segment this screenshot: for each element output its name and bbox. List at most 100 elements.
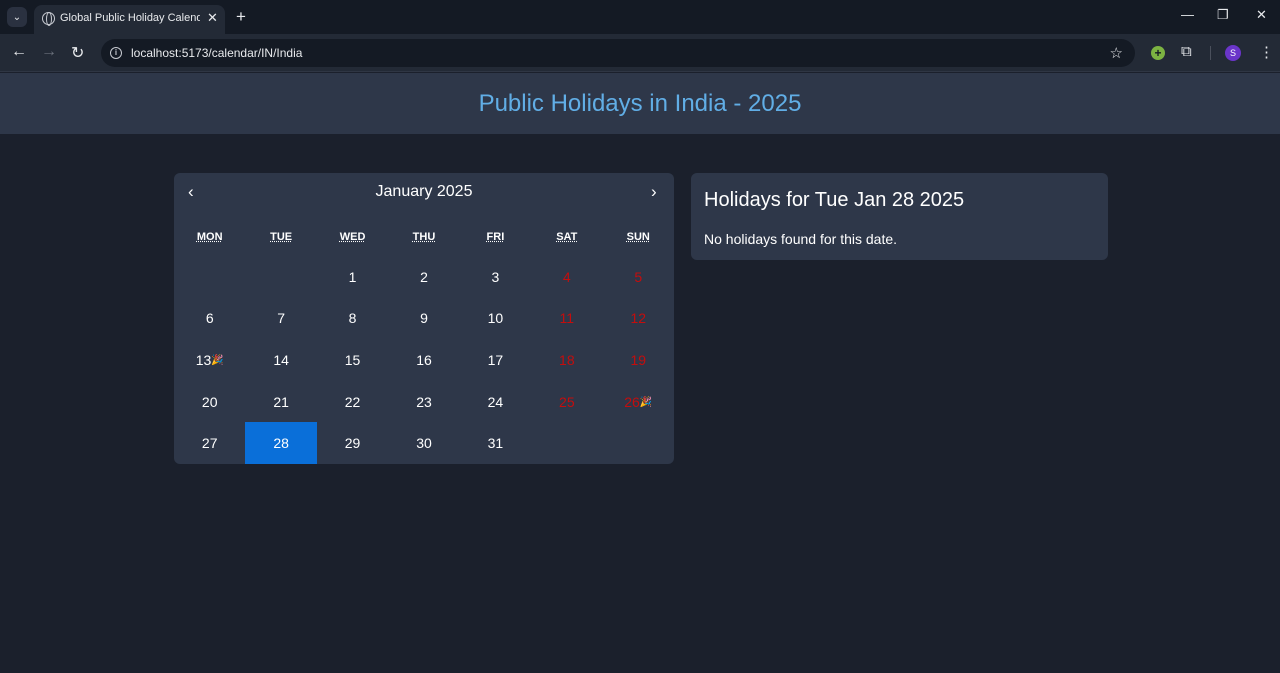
day-cell-31[interactable]: 31: [460, 422, 531, 464]
day-cell-15[interactable]: 15: [317, 339, 388, 381]
day-number: 14: [273, 351, 289, 368]
profile-avatar[interactable]: S: [1225, 45, 1241, 61]
day-cell-17[interactable]: 17: [460, 339, 531, 381]
day-cell-9[interactable]: 9: [388, 298, 459, 340]
month-label: January 2025: [375, 183, 473, 200]
day-number: 28: [273, 435, 289, 452]
day-number: 20: [201, 393, 218, 410]
day-number: 26: [624, 393, 640, 410]
day-cell-23[interactable]: 23: [388, 381, 459, 423]
day-cell-22[interactable]: 22: [317, 381, 388, 423]
url-text: localhost:5173/calendar/IN/India: [131, 46, 303, 60]
day-cell-24[interactable]: 24: [460, 381, 531, 423]
day-number: 19: [630, 351, 647, 368]
holiday-panel-message: No holidays found for this date.: [704, 231, 898, 247]
new-tab-icon[interactable]: +: [236, 7, 246, 27]
tab-title: Global Public Holiday Calendar: [60, 12, 200, 24]
bookmark-star-icon[interactable]: ☆: [1110, 44, 1123, 62]
browser-toolbar: ← → ↻ i localhost:5173/calendar/IN/India…: [0, 34, 1280, 72]
day-number: 30: [416, 435, 432, 452]
restore-icon[interactable]: ❐: [1217, 7, 1229, 23]
day-cell-2[interactable]: 2: [388, 256, 459, 298]
globe-icon: [42, 12, 55, 26]
day-number: 10: [487, 310, 504, 327]
weekday-label: FRI: [486, 231, 505, 243]
day-number: 18: [559, 351, 575, 368]
day-number: 8: [348, 310, 357, 327]
day-number: 7: [277, 310, 286, 327]
day-cell-11[interactable]: 11: [531, 298, 602, 340]
toolbar-divider: [1210, 46, 1211, 60]
day-cell-8[interactable]: 8: [317, 298, 388, 340]
day-number: 24: [487, 393, 504, 410]
day-cell-29[interactable]: 29: [317, 422, 388, 464]
close-tab-icon[interactable]: ✕: [207, 10, 218, 26]
day-cell-10[interactable]: 10: [460, 298, 531, 340]
day-cell-16[interactable]: 16: [388, 339, 459, 381]
day-cell-7[interactable]: 7: [245, 298, 316, 340]
day-cell-5[interactable]: 5: [603, 256, 674, 298]
weekday-label: THU: [412, 231, 436, 243]
weekday-label: SAT: [556, 231, 578, 243]
day-cell-26[interactable]: 26 🎉: [603, 381, 674, 423]
weekday-label: SUN: [626, 231, 650, 243]
day-cell-4[interactable]: 4: [531, 256, 602, 298]
day-cell-19[interactable]: 19: [603, 339, 674, 381]
day-cell-13[interactable]: 13 🎉: [174, 339, 245, 381]
day-cell-12[interactable]: 12: [603, 298, 674, 340]
minimize-icon[interactable]: —: [1181, 7, 1194, 22]
day-cell-28[interactable]: 28: [245, 422, 317, 464]
day-cell-14[interactable]: 14: [245, 339, 316, 381]
weekday-label: TUE: [270, 231, 293, 243]
weekday-header: MON TUE WED THU FRI SAT SUN: [174, 231, 674, 243]
day-number: 1: [348, 268, 357, 285]
day-cell-20[interactable]: 20: [174, 381, 245, 423]
day-grid: 1 2 3 4 5 6 7 8 9 10 11 12 13 🎉 14 15 16 17 18 19 20 21 22 23 24…: [174, 256, 674, 464]
browser-tab-strip: ⌄ Global Public Holiday Calendar ✕ + — ❐…: [0, 0, 1280, 34]
day-number: 27: [201, 435, 218, 452]
holiday-panel-title: Holidays for Tue Jan 28 2025: [704, 189, 965, 211]
day-number: 15: [344, 351, 361, 368]
day-number: 25: [559, 393, 575, 410]
day-number: 12: [630, 310, 647, 327]
page-header: Public Holidays in India - 2025: [0, 73, 1280, 134]
tab-search-chevron-icon[interactable]: ⌄: [7, 7, 27, 27]
day-number: 6: [205, 310, 214, 327]
day-number: 21: [273, 393, 289, 410]
window-close-icon[interactable]: ✕: [1256, 7, 1267, 23]
day-cell-21[interactable]: 21: [245, 381, 316, 423]
day-number: 2: [420, 268, 428, 285]
day-number: 5: [634, 268, 643, 285]
day-number: 11: [559, 310, 575, 327]
extension-icon[interactable]: +: [1151, 46, 1165, 60]
weekday-label: WED: [339, 231, 366, 243]
day-cell-25[interactable]: 25: [531, 381, 602, 423]
day-number: 4: [562, 268, 571, 285]
day-cell-18[interactable]: 18: [531, 339, 602, 381]
next-month-button[interactable]: ›: [651, 182, 657, 202]
day-number: 3: [491, 268, 500, 285]
address-bar[interactable]: i localhost:5173/calendar/IN/India ☆: [101, 39, 1135, 67]
browser-menu-icon[interactable]: ⋮: [1259, 43, 1274, 61]
day-number: 13: [195, 351, 212, 368]
holiday-panel: Holidays for Tue Jan 28 2025 No holidays…: [691, 173, 1108, 260]
day-number: 17: [487, 351, 504, 368]
extensions-puzzle-icon[interactable]: ⧉: [1181, 43, 1192, 60]
browser-tab[interactable]: Global Public Holiday Calendar ✕: [34, 5, 225, 34]
day-number: 9: [420, 310, 428, 327]
page-title: Public Holidays in India - 2025: [478, 89, 802, 117]
site-info-icon[interactable]: i: [110, 47, 122, 59]
day-cell-3[interactable]: 3: [460, 256, 531, 298]
day-cell-6[interactable]: 6: [174, 298, 245, 340]
reload-icon[interactable]: ↻: [71, 43, 84, 63]
day-cell-30[interactable]: 30: [388, 422, 459, 464]
day-number: 23: [416, 393, 432, 410]
day-number: 22: [344, 393, 361, 410]
day-number: 29: [344, 435, 361, 452]
day-cell-1[interactable]: 1: [317, 256, 388, 298]
day-cell-27[interactable]: 27: [174, 422, 245, 464]
party-popper-icon: 🎉: [639, 397, 653, 409]
forward-arrow-icon[interactable]: →: [41, 43, 57, 61]
day-number: 16: [416, 351, 432, 368]
back-arrow-icon[interactable]: ←: [11, 43, 27, 61]
